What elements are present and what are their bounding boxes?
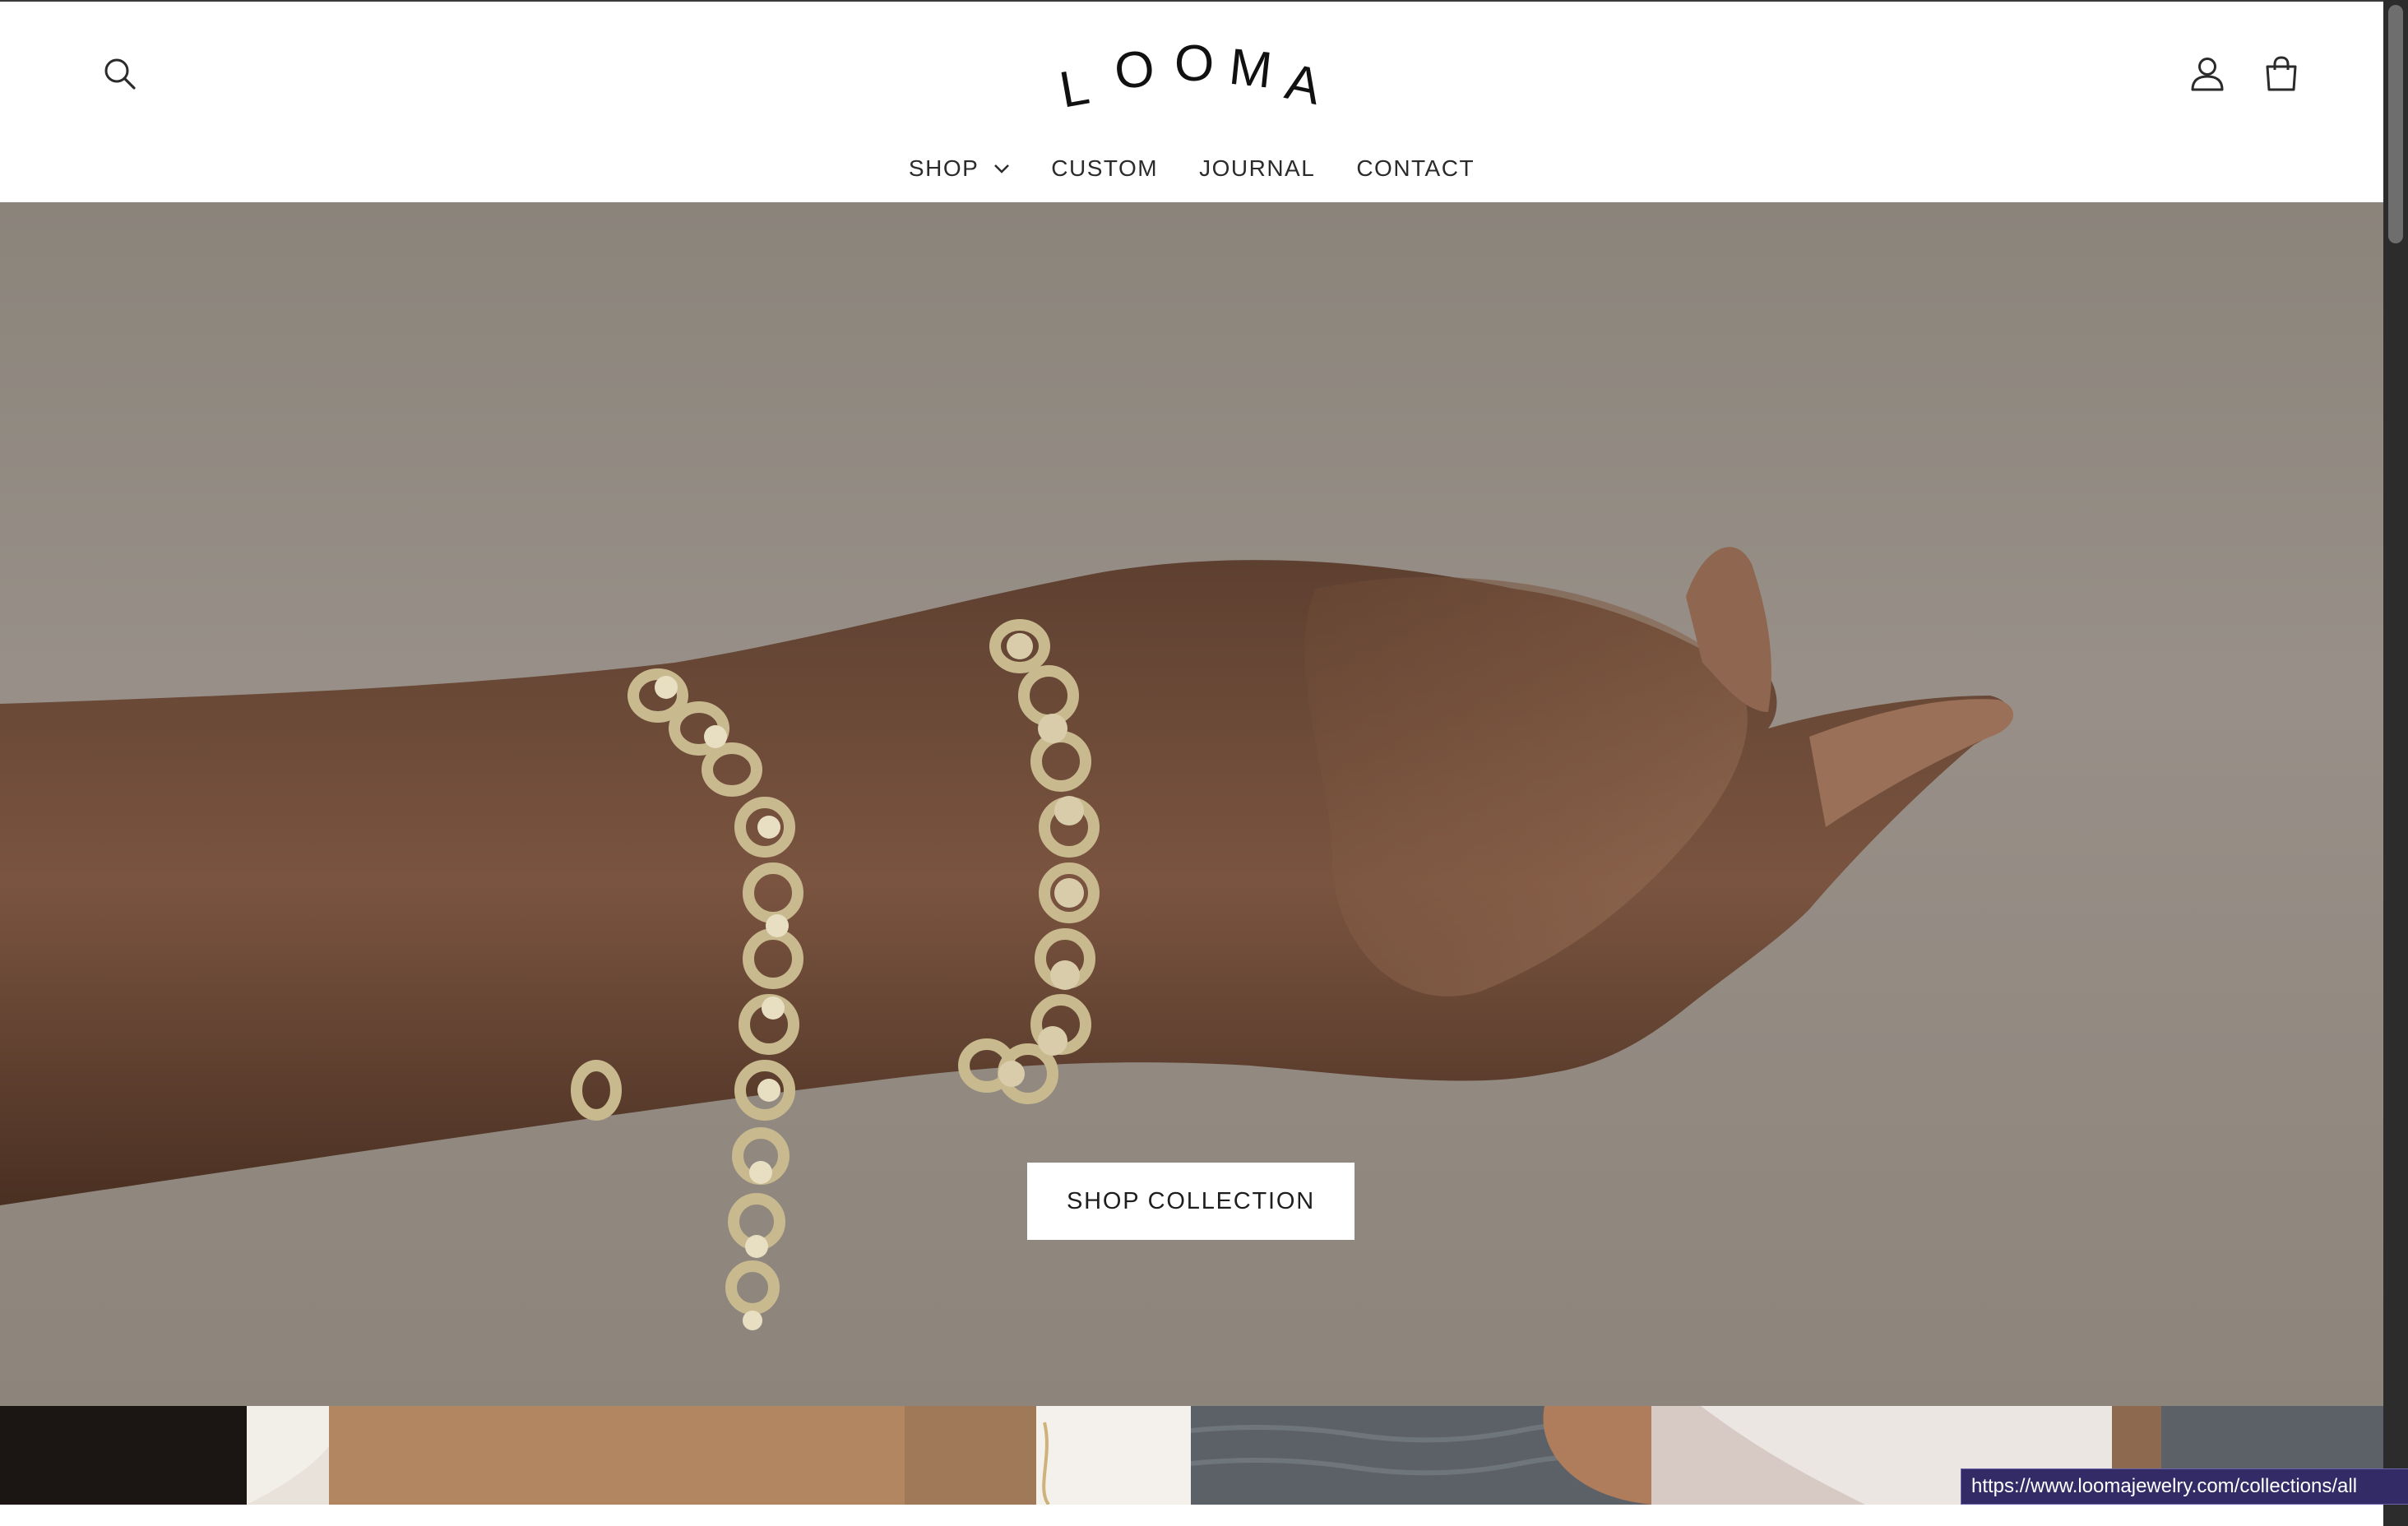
page-bottom — [0, 1505, 2383, 1526]
collection-tile-left[interactable] — [0, 1406, 1191, 1505]
logo-letter-o2: O — [1174, 35, 1214, 92]
logo-letter-a: A — [1280, 53, 1326, 116]
nav-item-custom-label: CUSTOM — [1051, 155, 1159, 181]
search-icon[interactable] — [90, 44, 150, 104]
chevron-down-icon — [993, 164, 1010, 173]
bag-icon[interactable] — [2252, 44, 2311, 104]
logo-letter-l: L — [1056, 58, 1094, 117]
site-header: L O O M A SHOP CUSTOM JOURNAL CONTACT — [0, 2, 2383, 202]
hero-banner: SHOP COLLECTION — [0, 202, 2383, 1406]
brand-logo[interactable]: L O O M A — [1043, 26, 1339, 119]
main-nav: SHOP CUSTOM JOURNAL CONTACT — [0, 148, 2383, 189]
shop-collection-button[interactable]: SHOP COLLECTION — [1027, 1163, 1354, 1240]
nav-item-journal-label: JOURNAL — [1199, 155, 1316, 181]
nav-item-shop-label: SHOP — [908, 155, 979, 181]
logo-letter-o1: O — [1112, 39, 1157, 100]
nav-item-contact[interactable]: CONTACT — [1336, 155, 1495, 182]
scrollbar-thumb[interactable] — [2388, 5, 2403, 243]
vertical-scrollbar[interactable] — [2383, 0, 2408, 1526]
nav-item-custom[interactable]: CUSTOM — [1030, 155, 1179, 182]
link-status-url: https://www.loomajewelry.com/collections… — [1961, 1468, 2408, 1505]
logo-letter-m: M — [1226, 39, 1275, 99]
page: L O O M A SHOP CUSTOM JOURNAL CONTACT SH… — [0, 0, 2408, 1526]
nav-item-shop[interactable]: SHOP — [888, 155, 1030, 182]
nav-item-contact-label: CONTACT — [1356, 155, 1475, 181]
user-icon[interactable] — [2178, 44, 2237, 104]
nav-item-journal[interactable]: JOURNAL — [1179, 155, 1336, 182]
